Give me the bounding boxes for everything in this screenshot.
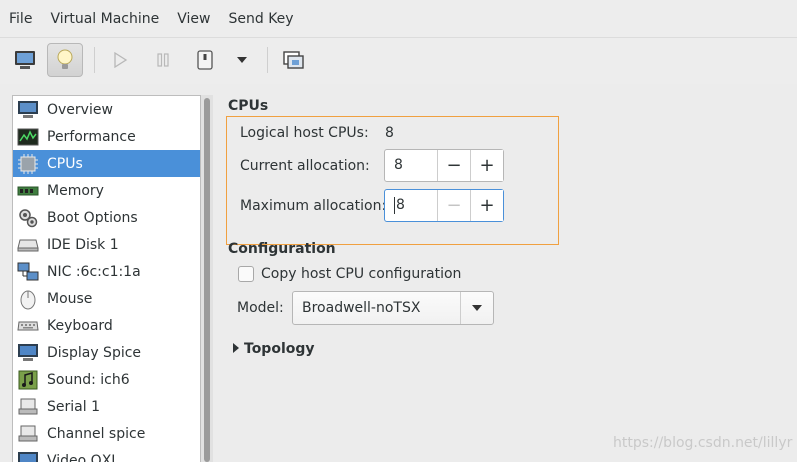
video-icon: [17, 450, 39, 462]
sidebar-item-label: Channel spice: [47, 425, 146, 442]
sidebar-item-label: Performance: [47, 128, 136, 145]
expander-arrow-icon: [233, 343, 239, 353]
channel-icon: [17, 423, 39, 445]
sidebar-item-label: CPUs: [47, 155, 83, 172]
chevron-down-icon: [472, 305, 482, 311]
sidebar-item-label: Video QXL: [47, 452, 120, 462]
boot-options-icon: [17, 207, 39, 229]
memory-icon: [17, 180, 39, 202]
configuration-section-title: Configuration: [228, 241, 336, 257]
sidebar-scrollbar[interactable]: [201, 95, 213, 462]
sidebar-item-channel-spice[interactable]: Channel spice: [13, 420, 200, 447]
pause-icon: [157, 53, 169, 67]
sidebar-item-label: Display Spice: [47, 344, 142, 361]
plus-icon: +: [479, 195, 495, 216]
disk-icon: [17, 234, 39, 256]
plus-icon: +: [479, 155, 495, 176]
topology-label: Topology: [244, 341, 315, 357]
sidebar-item-cpus[interactable]: CPUs: [13, 150, 200, 177]
maximum-allocation-spinner[interactable]: 8 − +: [384, 189, 504, 222]
menu-virtual-machine[interactable]: Virtual Machine: [41, 0, 168, 38]
copy-host-cpu-checkbox[interactable]: [238, 266, 254, 282]
current-allocation-label: Current allocation:: [240, 158, 370, 174]
sidebar-item-label: Sound: ich6: [47, 371, 130, 388]
chevron-down-icon: [237, 57, 247, 63]
fullscreen-button[interactable]: [275, 43, 311, 77]
overview-icon: [17, 99, 39, 121]
menu-file[interactable]: File: [0, 0, 41, 38]
sidebar-item-sound[interactable]: Sound: ich6: [13, 366, 200, 393]
sidebar-item-performance[interactable]: Performance: [13, 123, 200, 150]
sidebar-item-label: Serial 1: [47, 398, 100, 415]
sidebar-item-label: IDE Disk 1: [47, 236, 119, 253]
current-allocation-input[interactable]: 8: [385, 150, 437, 181]
maximum-increment-button[interactable]: +: [470, 190, 503, 221]
sidebar-item-nic[interactable]: NIC :6c:c1:1a: [13, 258, 200, 285]
logical-cpus-value: 8: [385, 125, 394, 141]
run-button[interactable]: [102, 43, 138, 77]
minus-icon: −: [446, 195, 462, 216]
sidebar-item-mouse[interactable]: Mouse: [13, 285, 200, 312]
hardware-list: Overview Performance CPUs Memory Boot Op…: [12, 95, 201, 462]
sidebar-item-label: Keyboard: [47, 317, 113, 334]
toolbar-separator: [267, 47, 268, 73]
model-label: Model:: [237, 300, 284, 316]
shutdown-menu-button[interactable]: [224, 43, 260, 77]
sidebar-item-serial-1[interactable]: Serial 1: [13, 393, 200, 420]
sidebar-item-keyboard[interactable]: Keyboard: [13, 312, 200, 339]
model-combobox[interactable]: Broadwell-noTSX: [292, 291, 494, 325]
menu-view[interactable]: View: [168, 0, 219, 38]
serial-icon: [17, 396, 39, 418]
sidebar-item-video-qxl[interactable]: Video QXL: [13, 447, 200, 462]
performance-icon: [17, 126, 39, 148]
current-increment-button[interactable]: +: [470, 150, 503, 181]
play-icon: [114, 52, 128, 68]
maximum-decrement-button[interactable]: −: [437, 190, 470, 221]
cpus-section-title: CPUs: [228, 98, 269, 114]
lightbulb-icon: [57, 49, 73, 69]
menu-send-key[interactable]: Send Key: [219, 0, 302, 38]
watermark: https://blog.csdn.net/lillyr: [613, 435, 793, 451]
sidebar-item-memory[interactable]: Memory: [13, 177, 200, 204]
toolbar-separator: [94, 47, 95, 73]
power-icon: [197, 50, 213, 70]
sidebar-item-label: NIC :6c:c1:1a: [47, 263, 141, 280]
model-dropdown-button[interactable]: [460, 292, 493, 324]
shutdown-button[interactable]: [187, 43, 223, 77]
toolbar: [0, 38, 797, 84]
sidebar-item-overview[interactable]: Overview: [13, 96, 200, 123]
details-button[interactable]: [47, 43, 83, 77]
current-decrement-button[interactable]: −: [437, 150, 470, 181]
sidebar-item-label: Boot Options: [47, 209, 138, 226]
sidebar-item-label: Memory: [47, 182, 104, 199]
maximum-allocation-value: 8: [396, 197, 405, 213]
fullscreen-icon: [283, 51, 304, 69]
mouse-icon: [17, 288, 39, 310]
console-icon: [15, 51, 35, 69]
scrollbar-thumb[interactable]: [204, 98, 210, 462]
current-allocation-spinner[interactable]: 8 − +: [384, 149, 504, 182]
minus-icon: −: [446, 155, 462, 176]
sidebar-item-display-spice[interactable]: Display Spice: [13, 339, 200, 366]
maximum-allocation-input[interactable]: 8: [385, 190, 437, 221]
console-button[interactable]: [7, 43, 43, 77]
sidebar-item-ide-disk-1[interactable]: IDE Disk 1: [13, 231, 200, 258]
model-value[interactable]: Broadwell-noTSX: [293, 292, 460, 324]
menubar: File Virtual Machine View Send Key: [0, 0, 797, 38]
nic-icon: [17, 261, 39, 283]
text-cursor: [394, 196, 395, 214]
keyboard-icon: [17, 315, 39, 337]
display-icon: [17, 342, 39, 364]
cpu-icon: [17, 153, 39, 175]
pause-button[interactable]: [145, 43, 181, 77]
sound-icon: [17, 369, 39, 391]
sidebar-item-label: Mouse: [47, 290, 93, 307]
sidebar-item-boot-options[interactable]: Boot Options: [13, 204, 200, 231]
sidebar-item-label: Overview: [47, 101, 113, 118]
logical-cpus-label: Logical host CPUs:: [240, 125, 369, 141]
maximum-allocation-label: Maximum allocation:: [240, 198, 387, 214]
copy-host-cpu-label[interactable]: Copy host CPU configuration: [261, 266, 461, 282]
